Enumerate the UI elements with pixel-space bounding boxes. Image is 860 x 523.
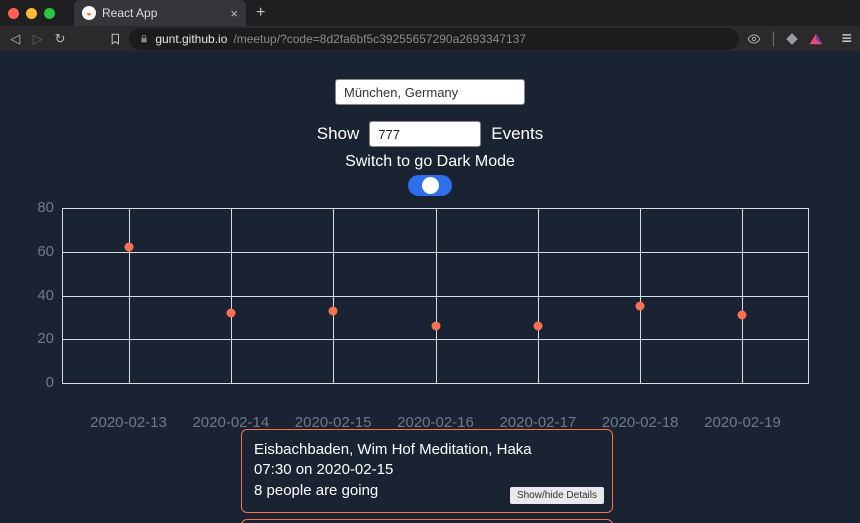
address-bar: ◁ ▷ ↻ gunt.github.io/meetup/?code=8d2fa6… — [0, 26, 860, 51]
x-tick-label: 2020-02-19 — [704, 414, 781, 431]
chart-point — [329, 306, 338, 315]
bookmark-icon[interactable] — [109, 32, 122, 46]
tab-bar: ◒ React App × + — [0, 0, 860, 26]
extension-icon-1[interactable] — [785, 32, 799, 46]
tab-close-icon[interactable]: × — [230, 6, 238, 21]
event-card-next — [241, 519, 613, 523]
window-minimize[interactable] — [26, 8, 37, 19]
show-hide-details-button[interactable]: Show/hide Details — [510, 487, 604, 504]
url-path: /meetup/?code=8d2fa6bf5c39255657290a2693… — [233, 32, 526, 46]
y-tick-label: 0 — [26, 374, 54, 391]
window-zoom[interactable] — [44, 8, 55, 19]
show-label: Show — [317, 124, 360, 144]
y-tick-label: 60 — [26, 243, 54, 260]
chart-point — [738, 311, 747, 320]
city-input[interactable] — [335, 79, 525, 105]
x-tick-label: 2020-02-18 — [602, 414, 679, 431]
event-time: 07:30 on 2020-02-15 — [254, 460, 600, 480]
events-label: Events — [491, 124, 543, 144]
events-chart: 0204060802020-02-132020-02-142020-02-152… — [62, 203, 809, 407]
url-field[interactable]: gunt.github.io/meetup/?code=8d2fa6bf5c39… — [129, 28, 739, 50]
window-close[interactable] — [8, 8, 19, 19]
addr-right: | ≡ — [747, 28, 852, 49]
app-page: Show Events Switch to go Dark Mode 02040… — [0, 51, 860, 523]
chart-point — [431, 322, 440, 331]
y-tick-label: 40 — [26, 287, 54, 304]
nav-reload-icon[interactable]: ↻ — [53, 31, 67, 47]
extension-icon-2[interactable] — [809, 33, 823, 45]
nav-forward-icon: ▷ — [30, 31, 44, 47]
dark-mode-label: Switch to go Dark Mode — [0, 153, 860, 171]
y-tick-label: 80 — [26, 199, 54, 216]
tab-favicon: ◒ — [82, 6, 96, 20]
lock-icon — [139, 34, 149, 44]
browser-chrome: ◒ React App × + ◁ ▷ ↻ gunt.github.io/mee… — [0, 0, 860, 51]
menu-icon[interactable]: ≡ — [841, 28, 852, 49]
url-host: gunt.github.io — [155, 32, 227, 46]
event-title: Eisbachbaden, Wim Hof Meditation, Haka — [254, 440, 600, 460]
dark-mode-toggle[interactable] — [408, 175, 452, 196]
tab-title: React App — [102, 6, 157, 20]
toggle-knob — [422, 177, 439, 194]
event-count-input[interactable] — [369, 121, 481, 147]
chart-point — [124, 243, 133, 252]
event-card: Eisbachbaden, Wim Hof Meditation, Haka 0… — [241, 429, 613, 513]
new-tab-button[interactable]: + — [256, 4, 265, 22]
x-tick-label: 2020-02-13 — [90, 414, 167, 431]
view-icon[interactable] — [747, 32, 761, 46]
browser-tab[interactable]: ◒ React App × — [74, 0, 246, 26]
chart-point — [533, 322, 542, 331]
nav-back-icon[interactable]: ◁ — [8, 31, 22, 47]
y-tick-label: 20 — [26, 330, 54, 347]
chart-point — [636, 302, 645, 311]
chart-point — [226, 309, 235, 318]
